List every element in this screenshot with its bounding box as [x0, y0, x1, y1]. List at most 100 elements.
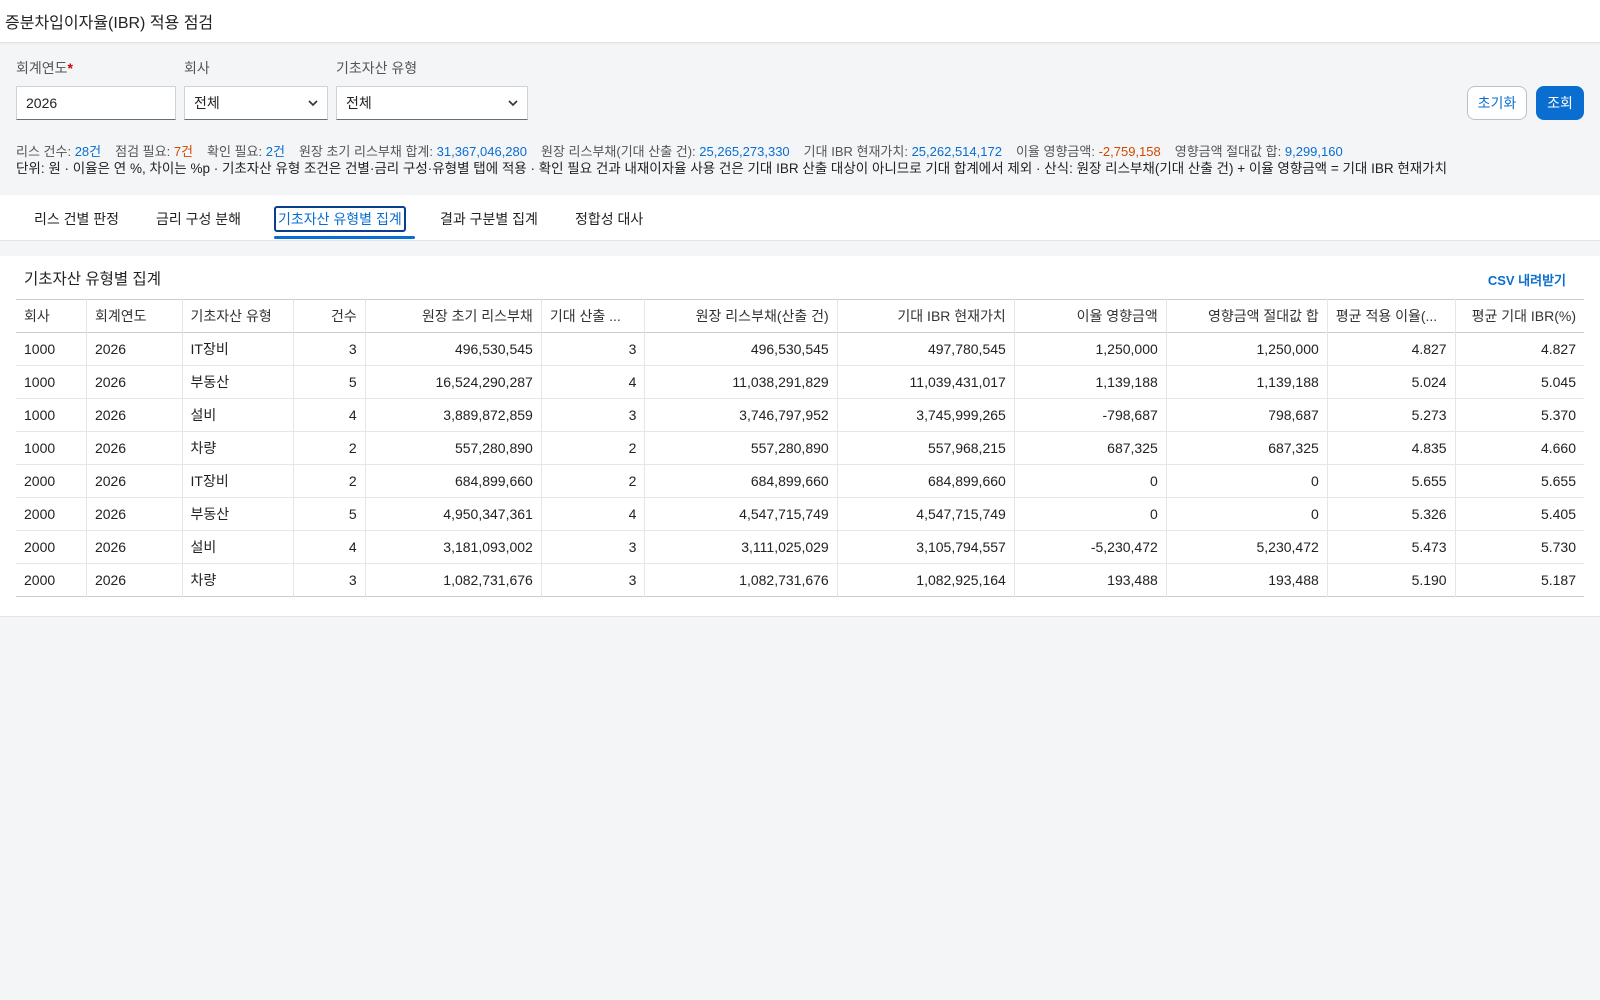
table-row[interactable]: 2000 2026 차량 3 1,082,731,676 3 1,082,731,676 1,… — [16, 563, 1584, 597]
table-cell: 497,780,545 — [837, 332, 1015, 366]
table-row[interactable]: 2000 2026 부동산 5 4,950,347,361 4 4,547,715,749 4… — [16, 497, 1584, 531]
table-cell: 5.273 — [1327, 398, 1456, 432]
table-row[interactable]: 1000 2026 IT장비 3 496,530,545 3 496,530,545 497,… — [16, 332, 1584, 366]
table-cell: 3,105,794,557 — [837, 530, 1015, 564]
table-cell: 2 — [293, 431, 366, 465]
company-value: 전체 — [194, 95, 220, 111]
table-cell: 11,039,431,017 — [837, 365, 1015, 399]
tab-3[interactable]: 기초자산 유형별 집계 — [274, 206, 406, 232]
year-filter: 회계연도* 2026 — [16, 58, 176, 120]
table-cell: 16,524,290,287 — [365, 365, 542, 399]
table-cell: 193,488 — [1014, 563, 1167, 597]
table-cell: 2000 — [16, 530, 87, 564]
table-cell: 2026 — [86, 365, 183, 399]
table-header-row: 회사 회계연도 기초자산 유형 건수 원장 초기 리스부채 기대 산출 ... 원장 리스부… — [16, 299, 1584, 333]
tab-4[interactable]: 결과 구분별 집계 — [437, 207, 541, 231]
column-header[interactable]: 기초자산 유형 — [182, 299, 295, 333]
column-header[interactable]: 평균 적용 이율(... — [1327, 299, 1456, 333]
stat-value: -2,759,158 — [1098, 144, 1161, 159]
stat-value: 28건 — [74, 144, 102, 159]
table-cell: 1,250,000 — [1166, 332, 1328, 366]
table-cell: 557,968,215 — [837, 431, 1015, 465]
stat-item: 확인 필요: 2건 — [207, 144, 285, 159]
table-cell: 3,889,872,859 — [365, 398, 542, 432]
table-cell: 설비 — [182, 530, 295, 564]
column-header[interactable]: 원장 리스부채(산출 건) — [644, 299, 838, 333]
table-cell: 0 — [1014, 497, 1167, 531]
summary-stats: 리스 건수: 28건 점검 필요: 7건 확인 필요: 2건 원장 초기 리스부채 합… — [16, 141, 1584, 160]
table-row[interactable]: 1000 2026 차량 2 557,280,890 2 557,280,890 557,96… — [16, 431, 1584, 465]
table-cell: 1,139,188 — [1014, 365, 1167, 399]
column-header[interactable]: 기대 산출 ... — [541, 299, 646, 333]
stat-value: 7건 — [173, 144, 194, 159]
stat-value: 9,299,160 — [1284, 144, 1343, 159]
table-cell: 3 — [541, 398, 646, 432]
table-row[interactable]: 2000 2026 IT장비 2 684,899,660 2 684,899,660 684,… — [16, 464, 1584, 498]
table-row[interactable]: 1000 2026 설비 4 3,889,872,859 3 3,746,797,952 3,… — [16, 398, 1584, 432]
year-input[interactable]: 2026 — [16, 86, 176, 120]
table-row[interactable]: 1000 2026 부동산 5 16,524,290,287 4 11,038,291,82… — [16, 365, 1584, 399]
stat-value: 25,265,273,330 — [699, 144, 790, 159]
table-cell: 687,325 — [1014, 431, 1167, 465]
year-label-text: 회계연도 — [16, 60, 68, 76]
stat-item: 리스 건수: 28건 — [16, 144, 101, 159]
table-cell: 3,111,025,029 — [644, 530, 838, 564]
column-header[interactable]: 평균 기대 IBR(%) — [1455, 300, 1584, 333]
column-header[interactable]: 이율 영향금액 — [1014, 299, 1167, 333]
tab-5[interactable]: 정합성 대사 — [572, 207, 646, 231]
table-cell: 1,082,731,676 — [644, 563, 838, 597]
stat-item: 이율 영향금액: -2,759,158 — [1016, 144, 1161, 159]
table-cell: 0 — [1014, 464, 1167, 498]
column-header[interactable]: 영향금액 절대값 합 — [1166, 299, 1328, 333]
chevron-down-icon — [508, 100, 518, 107]
stat-label: 확인 필요: — [207, 144, 263, 159]
table-cell: 5 — [293, 497, 366, 531]
column-header[interactable]: 건수 — [293, 299, 366, 333]
tab-2[interactable]: 금리 구성 분해 — [153, 207, 244, 231]
column-header[interactable]: 회계연도 — [86, 299, 183, 333]
summary-table: 회사 회계연도 기초자산 유형 건수 원장 초기 리스부채 기대 산출 ... 원장 리스부… — [16, 299, 1584, 597]
table-cell: 2 — [541, 431, 646, 465]
table-cell: 1,082,731,676 — [365, 563, 542, 597]
table-cell: 5.187 — [1540, 572, 1576, 588]
table-cell: 684,899,660 — [644, 464, 838, 498]
table-body: 1000 2026 IT장비 3 496,530,545 3 496,530,545 497,… — [16, 332, 1584, 597]
stat-label: 영향금액 절대값 합: — [1174, 144, 1282, 159]
tab-bar: 리스 건별 판정 금리 구성 분해 기초자산 유형별 집계 결과 구분별 집계 정합성 … — [0, 195, 1600, 241]
csv-download-button[interactable]: CSV 내려받기 — [1488, 270, 1566, 289]
table-cell: 2000 — [16, 464, 87, 498]
chevron-down-icon — [308, 100, 318, 107]
table-cell: 684,899,660 — [365, 464, 542, 498]
table-cell: 5.190 — [1327, 563, 1456, 597]
asset-type-select[interactable]: 전체 — [336, 86, 528, 120]
table-cell: 3,746,797,952 — [644, 398, 838, 432]
title-bar: 증분차입이자율(IBR) 적용 점검 — [0, 0, 1600, 43]
table-cell: 4,547,715,749 — [837, 497, 1015, 531]
table-cell: 1000 — [16, 332, 87, 366]
page-title: 증분차입이자율(IBR) 적용 점검 — [5, 15, 214, 32]
table-cell: 684,899,660 — [837, 464, 1015, 498]
table-cell: 1000 — [16, 365, 87, 399]
tab-1[interactable]: 리스 건별 판정 — [31, 207, 122, 231]
table-cell: 1,139,188 — [1166, 365, 1328, 399]
table-cell: 4,547,715,749 — [644, 497, 838, 531]
table-cell: 557,280,890 — [644, 431, 838, 465]
table-cell: 1000 — [16, 398, 87, 432]
column-header[interactable]: 기대 IBR 현재가치 — [837, 299, 1015, 333]
table-cell: 5.473 — [1327, 530, 1456, 564]
query-button[interactable]: 조회 — [1536, 86, 1584, 120]
column-header[interactable]: 원장 초기 리스부채 — [365, 299, 542, 333]
table-cell: 3 — [293, 332, 366, 366]
table-cell: 2026 — [86, 497, 183, 531]
table-cell: 2 — [293, 464, 366, 498]
company-select[interactable]: 전체 — [184, 86, 328, 120]
table-cell: -798,687 — [1014, 398, 1167, 432]
table-cell: IT장비 — [182, 332, 295, 366]
reset-button[interactable]: 초기화 — [1467, 86, 1527, 120]
table-cell: 4.835 — [1327, 431, 1456, 465]
table-row[interactable]: 2000 2026 설비 4 3,181,093,002 3 3,111,025,029 3,… — [16, 530, 1584, 564]
column-header[interactable]: 회사 — [16, 299, 87, 333]
stat-label: 원장 리스부채(기대 산출 건): — [541, 144, 696, 159]
table-cell: 3 — [541, 332, 646, 366]
stat-value: 25,262,514,172 — [911, 144, 1002, 159]
